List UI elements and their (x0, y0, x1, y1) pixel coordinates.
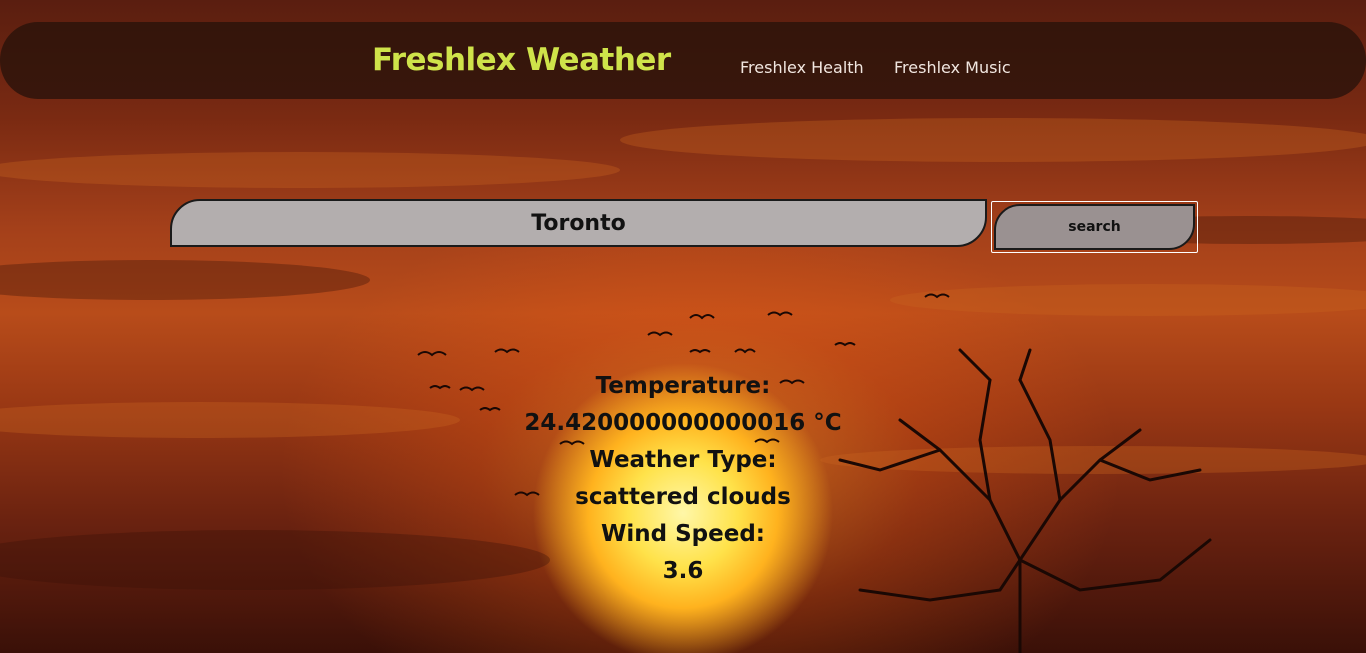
top-navbar: Freshlex Weather Freshlex Health Freshle… (0, 22, 1366, 99)
wind-speed-value: 3.6 (662, 558, 704, 584)
weather-type-label: Weather Type: (589, 447, 777, 473)
temperature-value: 24.420000000000016 °C (524, 410, 842, 436)
nav-link-music[interactable]: Freshlex Music (894, 58, 1011, 77)
weather-type-value: scattered clouds (575, 484, 791, 510)
city-search-input[interactable] (170, 199, 987, 247)
search-button[interactable]: search (994, 204, 1195, 250)
search-button-frame: search (991, 201, 1198, 253)
weather-result: Temperature: 24.420000000000016 °C Weath… (433, 368, 933, 590)
temperature-label: Temperature: (595, 373, 771, 399)
brand-title[interactable]: Freshlex Weather (372, 42, 671, 78)
nav-link-health[interactable]: Freshlex Health (740, 58, 864, 77)
wind-speed-label: Wind Speed: (601, 521, 765, 547)
